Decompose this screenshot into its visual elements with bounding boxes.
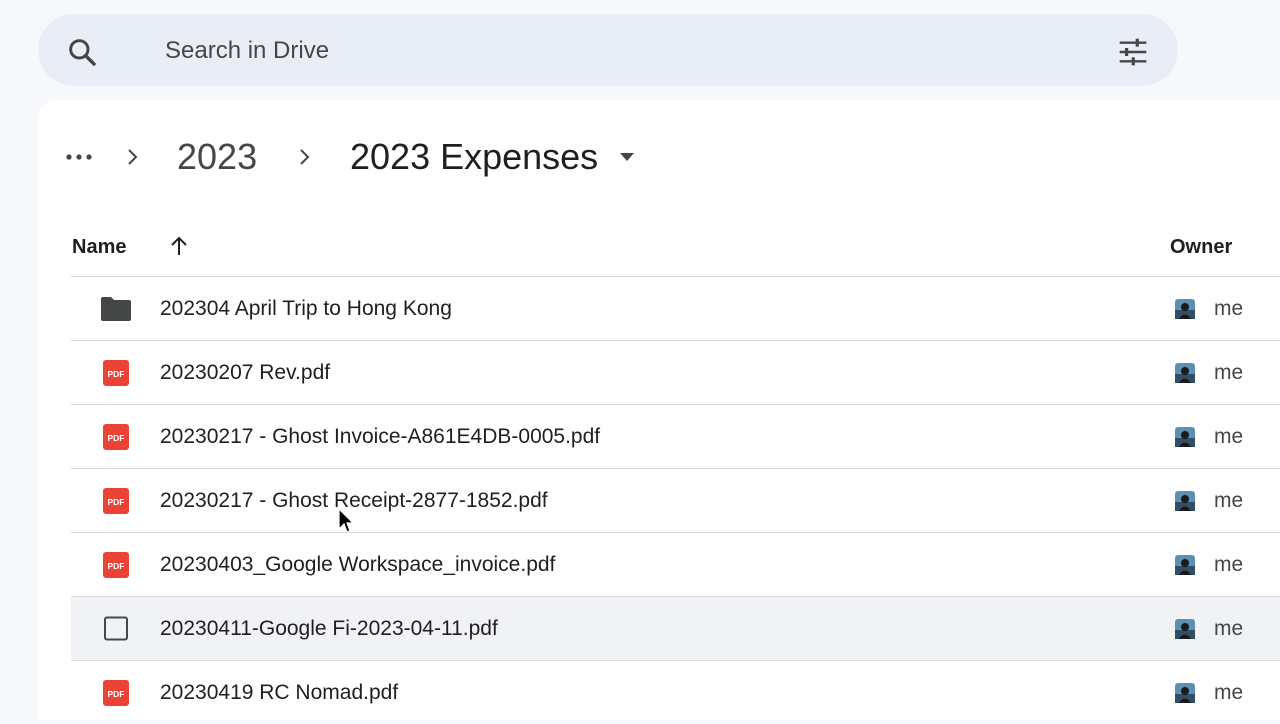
file-name[interactable]: 20230217 - Ghost Invoice-A861E4DB-0005.p… xyxy=(160,423,600,451)
pdf-icon: PDF xyxy=(103,680,129,706)
folder-icon xyxy=(101,297,131,321)
pdf-icon: PDF xyxy=(103,552,129,578)
owner-label: me xyxy=(1214,617,1244,640)
file-list: 202304 April Trip to Hong Kong me PDF 20230… xyxy=(38,276,1280,724)
file-name[interactable]: 20230217 - Ghost Receipt-2877-1852.pdf xyxy=(160,487,548,515)
chevron-right-icon xyxy=(300,149,310,165)
avatar xyxy=(1175,299,1195,319)
avatar xyxy=(1175,619,1195,639)
file-row[interactable]: PDF 20230419 RC Nomad.pdf me xyxy=(71,660,1280,724)
more-horizontal-icon[interactable] xyxy=(62,138,98,174)
avatar xyxy=(1175,683,1195,703)
owner-label: me xyxy=(1214,425,1244,448)
file-row[interactable]: 202304 April Trip to Hong Kong me xyxy=(71,276,1280,340)
pdf-icon: PDF xyxy=(103,360,129,386)
caret-down-icon[interactable] xyxy=(618,151,636,163)
pdf-badge-text: PDF xyxy=(108,689,125,699)
file-name[interactable]: 20230403_Google Workspace_invoice.pdf xyxy=(160,551,555,579)
pdf-badge-text: PDF xyxy=(108,561,125,571)
avatar xyxy=(1175,427,1195,447)
owner-label: me xyxy=(1214,553,1244,576)
pdf-badge-text: PDF xyxy=(108,369,125,379)
breadcrumb-current-folder[interactable]: 2023 Expenses xyxy=(350,134,598,180)
file-row[interactable]: PDF 20230217 - Ghost Invoice-A861E4DB-000… xyxy=(71,404,1280,468)
column-name-header[interactable]: Name xyxy=(72,234,126,260)
owner-label: me xyxy=(1214,297,1244,320)
avatar xyxy=(1175,363,1195,383)
file-row[interactable]: 20230411-Google Fi-2023-04-11.pdf me xyxy=(71,596,1280,660)
owner-label: me xyxy=(1214,361,1244,384)
file-browser-panel: 2023 2023 Expenses Name Owner 202304 Apr… xyxy=(38,100,1280,720)
chevron-right-icon xyxy=(128,149,138,165)
checkbox-icon[interactable] xyxy=(100,616,132,642)
file-row[interactable]: PDF 20230217 - Ghost Receipt-2877-1852.pd… xyxy=(71,468,1280,532)
pdf-badge-text: PDF xyxy=(108,497,125,507)
avatar xyxy=(1175,555,1195,575)
file-name[interactable]: 20230419 RC Nomad.pdf xyxy=(160,679,398,707)
search-input[interactable] xyxy=(165,34,1125,68)
tune-icon[interactable] xyxy=(1116,36,1150,68)
breadcrumb: 2023 2023 Expenses xyxy=(38,100,1280,216)
column-header: Name Owner xyxy=(38,220,1280,276)
file-name[interactable]: 20230207 Rev.pdf xyxy=(160,359,330,387)
owner-label: me xyxy=(1214,681,1244,704)
pdf-icon: PDF xyxy=(103,424,129,450)
search-bar[interactable] xyxy=(38,14,1178,86)
file-name[interactable]: 202304 April Trip to Hong Kong xyxy=(160,295,452,323)
search-icon[interactable] xyxy=(66,36,98,68)
file-row[interactable]: PDF 20230207 Rev.pdf me xyxy=(71,340,1280,404)
top-bar xyxy=(0,0,1280,100)
column-owner-header[interactable]: Owner xyxy=(1170,234,1232,260)
breadcrumb-item-2023[interactable]: 2023 xyxy=(177,134,257,180)
file-name[interactable]: 20230411-Google Fi-2023-04-11.pdf xyxy=(160,615,498,643)
arrow-up-icon[interactable] xyxy=(168,234,190,258)
avatar xyxy=(1175,491,1195,511)
file-row[interactable]: PDF 20230403_Google Workspace_invoice.pdf… xyxy=(71,532,1280,596)
owner-label: me xyxy=(1214,489,1244,512)
pdf-icon: PDF xyxy=(103,488,129,514)
pdf-badge-text: PDF xyxy=(108,433,125,443)
